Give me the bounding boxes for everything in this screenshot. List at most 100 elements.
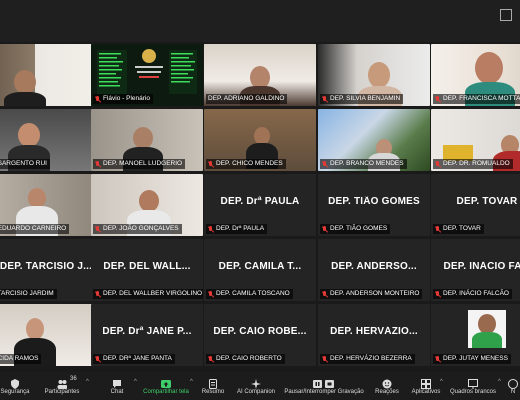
participant-name-label: DEP. INÁCIO FALCÃO — [433, 289, 512, 299]
participant-name-label: DEP. SILVIA BENJAMIN — [320, 94, 404, 104]
participant-name-label: DEP. ADRIANO GALDINO — [206, 94, 288, 104]
whiteboard-icon — [468, 376, 478, 389]
chevron-up-icon[interactable]: ^ — [440, 379, 443, 385]
participant-name-display: DEP. CAMILA T... — [218, 261, 302, 272]
participant-tile[interactable]: DEP. TARCISIO J... . TARCISIO JARDIM — [0, 239, 102, 301]
muted-microphone-icon — [435, 95, 441, 103]
muted-microphone-icon — [322, 95, 328, 103]
apps-icon — [421, 376, 431, 389]
participant-name-display: DEP. TARCISIO J... — [0, 261, 93, 272]
ai-companion-button[interactable]: AI Companion — [232, 372, 280, 400]
participant-tile[interactable]: DEP. JOÃO GONÇALVES — [91, 174, 203, 236]
chat-button[interactable]: Chat — [104, 372, 130, 400]
participant-name-label: DEP. CAIO ROBERTO — [206, 354, 285, 364]
participant-name-label: DEP. DEL WALLBER VIRGOLINO — [93, 289, 203, 299]
participant-video — [0, 44, 102, 106]
muted-microphone-icon — [208, 290, 214, 298]
muted-microphone-icon — [435, 225, 441, 233]
meeting-top-bar — [0, 0, 520, 42]
participant-tile[interactable]: . SARGENTO RUI — [0, 109, 102, 171]
participant-tile[interactable]: DEP. HERVÁZIO... DEP. HERVÁZIO BEZERRA — [318, 304, 430, 366]
muted-microphone-icon — [208, 160, 214, 168]
participants-count: 36 — [70, 376, 77, 382]
participant-name-display: DEP. ANDERSO... — [331, 261, 417, 272]
participant-name-display: DEP. INÁCIO FA... — [443, 261, 520, 272]
participant-tile[interactable]: DEP. ANDERSO... DEP. ANDERSON MONTEIRO — [318, 239, 430, 301]
participant-tile[interactable]: DEP. TOVAR DEP. TOVAR — [431, 174, 520, 236]
participant-name-label: DEP. BRANCO MENDES — [320, 159, 407, 169]
share-screen-icon — [161, 376, 171, 388]
more-icon — [508, 376, 518, 389]
whiteboards-button[interactable]: Quadros brancos — [448, 372, 498, 400]
muted-microphone-icon — [435, 160, 441, 168]
pause-stop-icon — [313, 376, 335, 388]
participant-tile-active-speaker[interactable]: DEP. ADRIANO GALDINO — [204, 44, 316, 106]
participant-name-label: DEP. DR. ROMUALDO — [433, 159, 513, 169]
muted-microphone-icon — [95, 290, 101, 298]
participant-tile[interactable]: DEP. Drª JANE P... DEP. DRª JANE PANTA — [91, 304, 203, 366]
share-screen-button[interactable]: Compartilhar tela — [140, 372, 192, 400]
muted-microphone-icon — [322, 355, 328, 363]
participant-name-label: DEP. JUTAY MENESS — [433, 354, 511, 364]
participant-tile[interactable]: DEP. FRANCISCA MOTTA — [431, 44, 520, 106]
muted-microphone-icon — [322, 160, 328, 168]
participant-name-label: . CIDA RAMOS — [0, 354, 42, 364]
muted-microphone-icon — [95, 95, 101, 103]
participant-tile[interactable]: Flávio - Plenário — [91, 44, 203, 106]
muted-microphone-icon — [322, 225, 328, 233]
emoji-icon — [382, 376, 392, 389]
participant-tile[interactable]: DEP. SILVIA BENJAMIN — [318, 44, 430, 106]
participant-tile[interactable]: DEP. INÁCIO FA... DEP. INÁCIO FALCÃO — [431, 239, 520, 301]
participant-tile[interactable]: . EDUARDO CARNEIRO — [0, 174, 102, 236]
participant-name-label: DEP. TIÃO GOMES — [320, 224, 391, 234]
participant-name-label: . SARGENTO RUI — [0, 159, 50, 169]
muted-microphone-icon — [95, 355, 101, 363]
participant-tile[interactable]: DEP. MANOEL LUDGERIO — [91, 109, 203, 171]
participant-tile[interactable]: DEP. TIÃO GOMES DEP. TIÃO GOMES — [318, 174, 430, 236]
participant-name-label: . TARCISIO JARDIM — [0, 289, 57, 299]
chevron-up-icon[interactable]: ^ — [190, 379, 193, 385]
muted-microphone-icon — [208, 225, 214, 233]
summary-button[interactable]: Resumo — [200, 372, 226, 400]
summary-icon — [208, 376, 218, 389]
muted-microphone-icon — [322, 290, 328, 298]
participant-tile[interactable]: DEP. CAMILA T... DEP. CAMILA TOSCANO — [204, 239, 316, 301]
participant-name-display: DEP. Drª JANE P... — [102, 326, 192, 337]
apps-button[interactable]: Aplicativos — [408, 372, 444, 400]
participant-name-display: DEP. TOVAR — [456, 196, 518, 207]
maximize-icon[interactable] — [500, 9, 512, 21]
participants-button[interactable]: 36 Participantes — [42, 372, 82, 400]
participant-name-display: DEP. CAIO ROBE... — [213, 326, 307, 337]
pause-stop-recording-button[interactable]: Pausar/Interromper Gravação — [282, 372, 366, 400]
meeting-controls-toolbar: Segurança 36 Participantes ^ Chat ^ Comp… — [0, 372, 520, 400]
participant-tile[interactable]: DEP. Drª PAULA DEP. Drª PAULA — [204, 174, 316, 236]
chevron-up-icon[interactable]: ^ — [134, 379, 137, 385]
participant-name-label: DEP. FRANCISCA MOTTA — [433, 94, 520, 104]
participant-name-label: . EDUARDO CARNEIRO — [0, 224, 70, 234]
participant-name-label: DEP. ANDERSON MONTEIRO — [320, 289, 423, 299]
participant-tile[interactable]: DEP. CAIO ROBE... DEP. CAIO ROBERTO — [204, 304, 316, 366]
participant-tile[interactable]: . CIDA RAMOS — [0, 304, 102, 366]
participant-name-label: DEP. MANOEL LUDGERIO — [93, 159, 186, 169]
participant-tile[interactable]: DEP. CHICO MENDES — [204, 109, 316, 171]
participant-name-display: DEP. Drª PAULA — [220, 196, 300, 207]
participant-tile[interactable]: DEP. DEL WALL... DEP. DEL WALLBER VIRGOL… — [91, 239, 203, 301]
chevron-up-icon[interactable]: ^ — [498, 379, 501, 385]
video-gallery: Flávio - Plenário DEP. ADRIANO GALDINO D… — [0, 42, 520, 372]
participant-name-label: Flávio - Plenário — [93, 94, 153, 104]
security-button[interactable]: Segurança — [0, 372, 30, 400]
shield-icon — [10, 376, 20, 389]
participant-name-label: DEP. Drª PAULA — [206, 224, 268, 234]
chevron-up-icon[interactable]: ^ — [86, 379, 89, 385]
participant-name-display: DEP. DEL WALL... — [103, 261, 191, 272]
participant-tile[interactable]: DEP. BRANCO MENDES — [318, 109, 430, 171]
reactions-button[interactable]: Reações — [372, 372, 402, 400]
more-button[interactable]: N — [506, 372, 520, 400]
muted-microphone-icon — [435, 290, 441, 298]
participant-name-label: DEP. DRª JANE PANTA — [93, 354, 175, 364]
profile-picture — [468, 310, 506, 348]
muted-microphone-icon — [95, 225, 101, 233]
participant-tile[interactable]: DEP. DR. ROMUALDO — [431, 109, 520, 171]
participant-tile[interactable]: DEP. JUTAY MENESS — [431, 304, 520, 366]
participant-tile[interactable] — [0, 44, 102, 106]
